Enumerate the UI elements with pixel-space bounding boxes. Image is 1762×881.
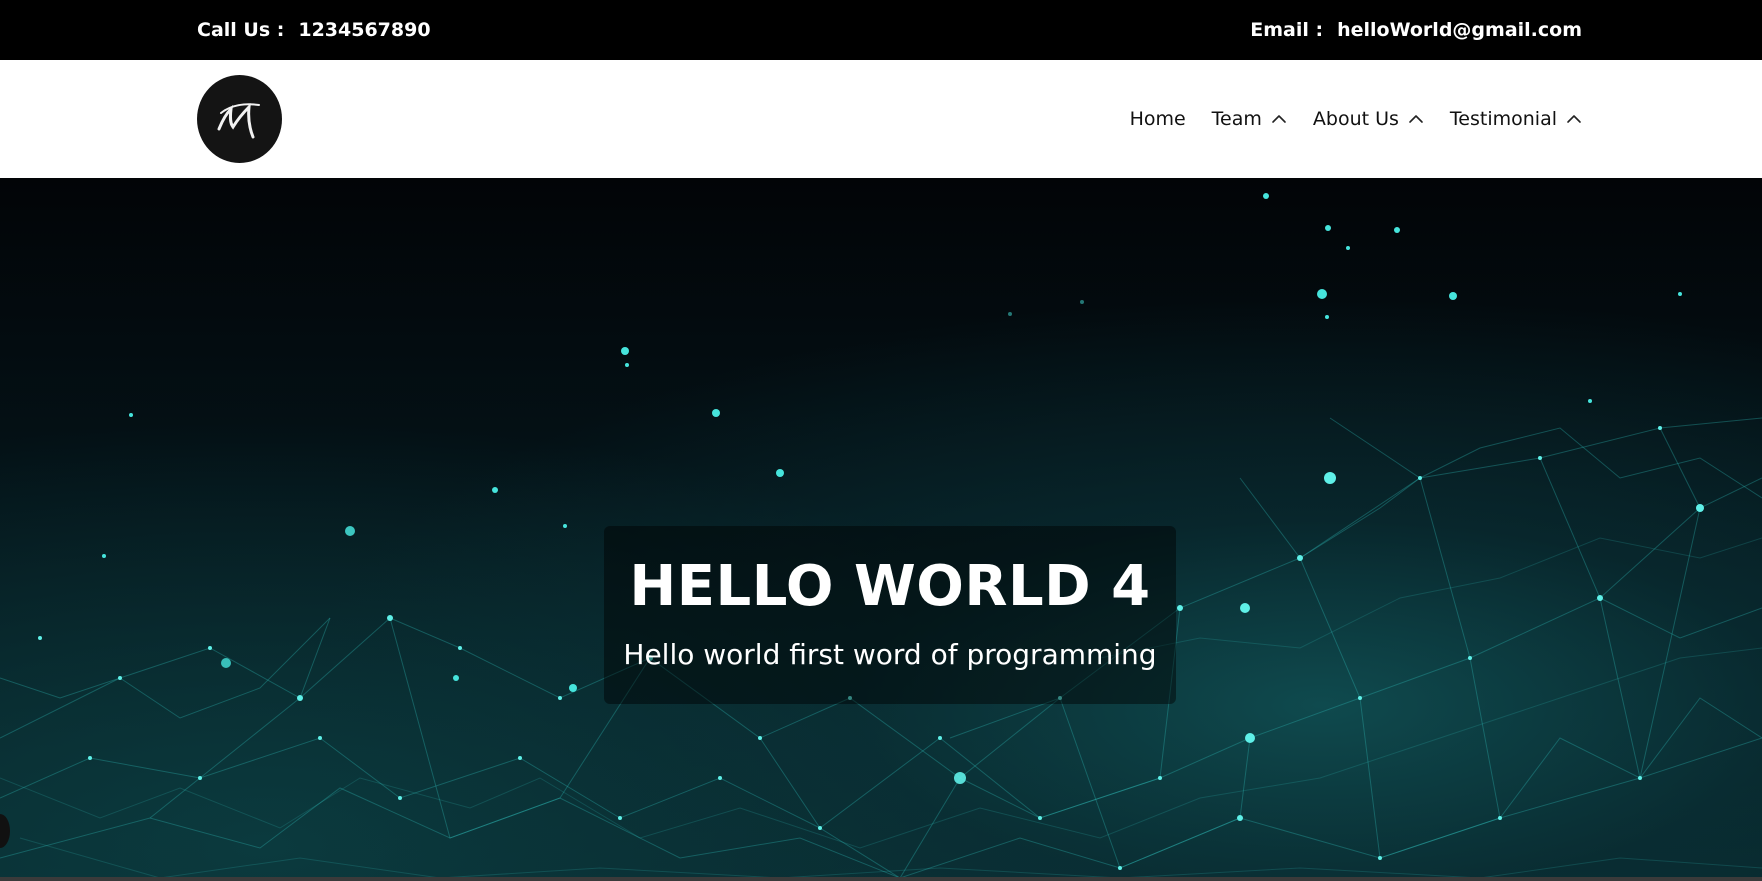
hero-subtitle: Hello world first word of programming bbox=[623, 638, 1157, 671]
phone-number[interactable]: 1234567890 bbox=[298, 19, 430, 41]
logo-mark-icon bbox=[217, 102, 260, 139]
call-us: Call Us : 1234567890 bbox=[197, 19, 431, 41]
chevron-up-icon bbox=[1409, 115, 1423, 123]
nav-item-about-us[interactable]: About Us bbox=[1313, 108, 1424, 130]
nav-item-testimonial[interactable]: Testimonial bbox=[1450, 108, 1582, 130]
nav-item-label: Team bbox=[1211, 108, 1262, 130]
chevron-up-icon bbox=[1272, 115, 1286, 123]
contact-bar: Call Us : 1234567890 Email : helloWorld@gm… bbox=[0, 0, 1762, 60]
nav-item-home[interactable]: Home bbox=[1130, 108, 1186, 130]
email-contact: Email : helloWorld@gmail.com bbox=[1250, 19, 1582, 41]
nav-item-label: Testimonial bbox=[1449, 108, 1557, 130]
nav-item-label: Home bbox=[1129, 108, 1186, 130]
email-label: Email : bbox=[1250, 19, 1324, 41]
hero-title: HELLO WORLD 4 bbox=[629, 554, 1151, 619]
nav-item-label: About Us bbox=[1312, 108, 1399, 130]
hero-bottom-divider bbox=[0, 877, 1762, 881]
call-us-label: Call Us : bbox=[197, 19, 285, 41]
chevron-up-icon bbox=[1567, 115, 1581, 123]
hero-banner: HELLO WORLD 4 Hello world first word of … bbox=[0, 178, 1762, 881]
logo[interactable] bbox=[197, 75, 282, 163]
navbar: Home Team About Us Testimonial bbox=[0, 60, 1762, 178]
nav-item-team[interactable]: Team bbox=[1212, 108, 1287, 130]
main-nav: Home Team About Us Testimonial bbox=[1130, 108, 1582, 130]
hero-caption: HELLO WORLD 4 Hello world first word of … bbox=[604, 526, 1176, 704]
email-address[interactable]: helloWorld@gmail.com bbox=[1337, 19, 1582, 41]
